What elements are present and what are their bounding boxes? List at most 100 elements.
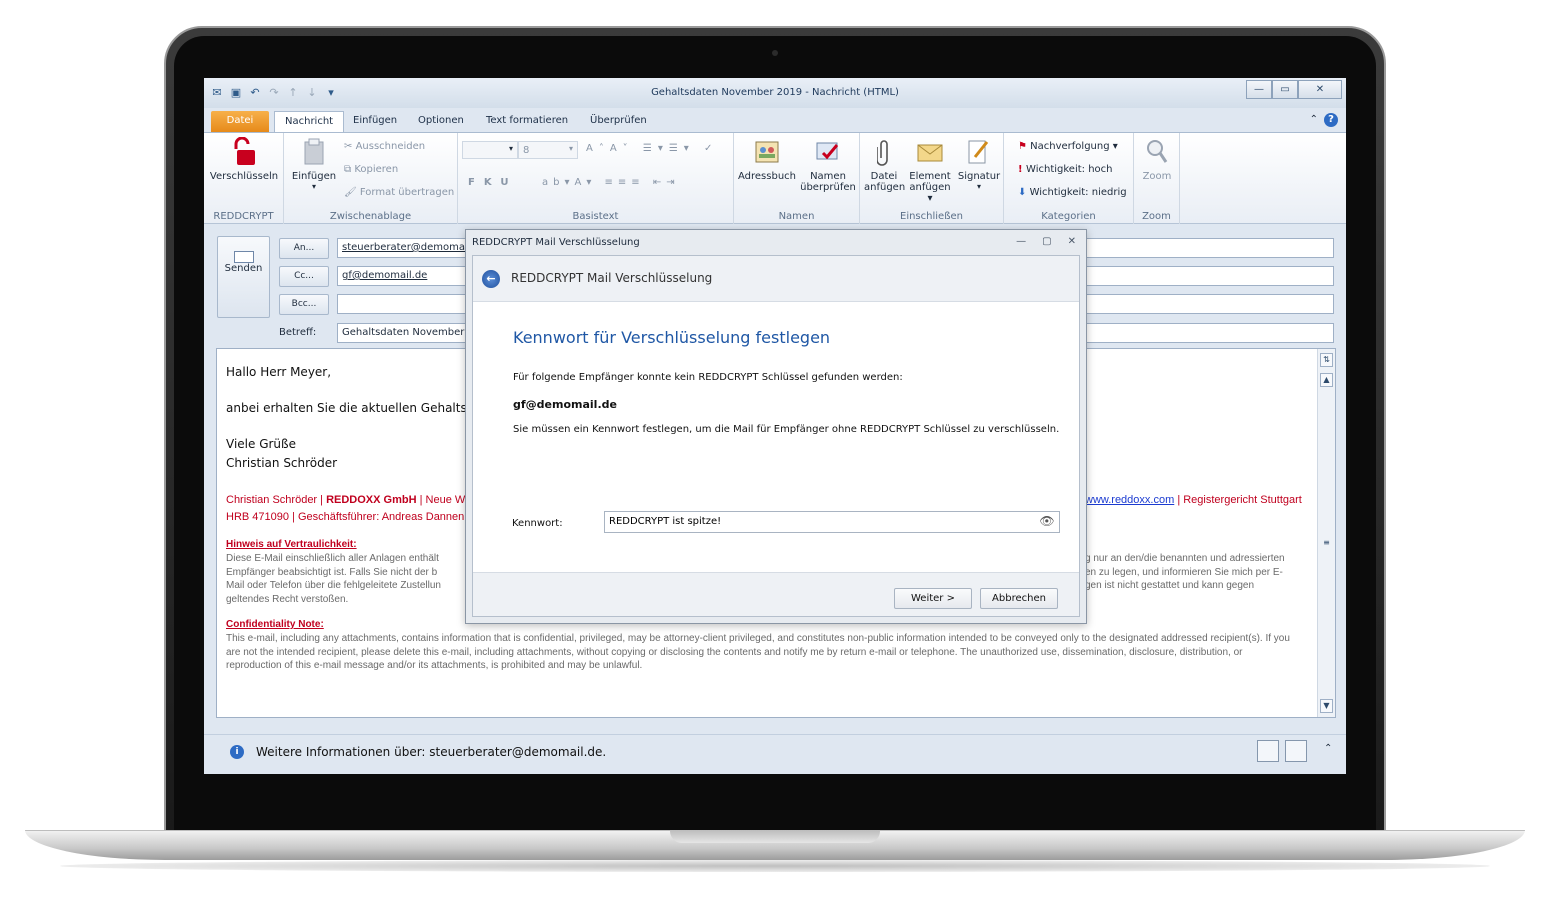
alignment-icons[interactable]: ab▾A▾ ≡≡≡ ⇤⇥ [542,177,680,188]
group-clipboard: Einfügen ▾ ✂ Ausschneiden ⧉ Kopieren 🖌 F… [284,133,458,224]
attach-item-button[interactable]: Element anfügen ▾ [906,137,954,204]
to-recipient: steuerberater@demomail [342,242,471,253]
sig-address: | Neue W [419,494,466,506]
tab-optionen[interactable]: Optionen [408,111,474,132]
red-lock-icon [229,137,259,167]
next-button[interactable]: Weiter > [894,588,972,609]
addressbook-label: Adressbuch [738,171,796,182]
ribbon-help: ⌃? [1310,113,1338,127]
minimize-button[interactable]: — [1246,80,1272,99]
title-bar: ✉ ▣ ↶ ↷ ↑ ↓ ▾ Gehaltsdaten November 2019… [204,78,1346,108]
font-size-value: 8 [523,145,530,156]
attach-file-button[interactable]: Datei anfügen [864,137,906,193]
paste-button[interactable]: Einfügen ▾ [288,137,340,191]
check-names-button[interactable]: Namen überprüfen [798,137,858,193]
laptop-mockup: ✉ ▣ ↶ ↷ ↑ ↓ ▾ Gehaltsdaten November 2019… [0,0,1550,900]
confidentiality-heading: Confidentiality Note: [226,619,324,630]
envelope-icon [915,137,945,167]
tab-text-formatieren[interactable]: Text formatieren [476,111,578,132]
dialog-close-button[interactable]: ✕ [1068,236,1076,247]
bcc-button[interactable]: Bcc... [279,294,329,315]
hint-text-right: g nur an den/die benannten und adressier… [1085,552,1315,593]
signature-label: Signatur [957,171,1001,182]
collapse-ribbon-icon[interactable]: ⌃ [1310,114,1318,125]
avatar-icon-2[interactable] [1285,740,1307,762]
send-button[interactable]: Senden [217,236,270,318]
cancel-button[interactable]: Abbrechen [980,588,1058,609]
zoom-label: Zoom [1142,171,1172,182]
info-text: Weitere Informationen über: steuerberate… [256,745,607,759]
format-painter-label: Format übertragen [359,187,455,198]
info-icon: i [230,745,244,759]
attach-file-label-2: anfügen [864,182,906,193]
scroll-thumb-grip[interactable]: ≡ [1320,537,1333,551]
tab-nachricht[interactable]: Nachricht [274,111,345,132]
followup-label: Nachverfolgung [1030,141,1110,152]
paperclip-icon [869,137,899,167]
down-arrow-icon: ⬇ [1018,187,1030,198]
hint-line-1b: g nur an den/die benannten und adressier… [1085,553,1285,564]
hint-line-3a: Mail oder Telefon über die fehlgeleitete… [226,580,441,591]
clipboard-icon [299,137,329,167]
group-label-clipboard: Zwischenablage [329,211,412,222]
dialog-content: ← REDDCRYPT Mail Verschlüsselung Kennwor… [472,255,1080,617]
scroll-up-arrow[interactable]: ▲ [1320,373,1333,387]
group-label-include: Einschließen [900,211,963,222]
cut-button[interactable]: ✂ Ausschneiden [344,141,425,152]
group-tags: ⚑ Nachverfolgung ▾ ! Wichtigkeit: hoch ⬇… [1004,133,1134,224]
expand-pane-icon[interactable]: ⌃ [1324,743,1332,754]
addressbook-button[interactable]: Adressbuch [736,137,798,182]
importance-low-button[interactable]: ⬇ Wichtigkeit: niedrig [1018,187,1127,198]
group-label-zoom: Zoom [1142,211,1171,222]
font-size-select[interactable]: 8 ▾ [518,141,578,159]
password-input[interactable]: REDDCRYPT ist spitze! 👁 [604,511,1060,533]
scroll-down-arrow[interactable]: ▼ [1320,699,1333,713]
hint-line-4a: geltendes Recht verstoßen. [226,593,349,605]
attach-item-label-1: Element [909,171,951,182]
cut-label: Ausschneiden [355,141,426,152]
zoom-button[interactable]: Zoom [1136,137,1178,182]
close-button[interactable]: ✕ [1298,80,1342,99]
format-painter-button[interactable]: 🖌 Format übertragen [344,187,454,198]
group-label-tags: Kategorien [1041,211,1096,222]
signature-button[interactable]: Signatur ▾ [956,137,1002,191]
tab-datei[interactable]: Datei [211,111,269,132]
scroll-format-icon[interactable]: ⇅ [1320,353,1333,367]
to-button[interactable]: An... [279,238,329,259]
dialog-minimize-button[interactable]: — [1016,236,1026,247]
vertical-scrollbar[interactable]: ⇅ ▲ ≡ ▼ [1317,349,1335,717]
camera-icon [772,50,778,56]
avatar-icon[interactable] [1257,740,1279,762]
dialog-footer: Weiter > Abbrechen [473,572,1079,616]
help-icon[interactable]: ? [1324,113,1338,127]
confidentiality-text: This e-mail, including any attachments, … [226,633,1290,671]
paste-dropdown-icon[interactable]: ▾ [288,182,340,191]
tab-ueberpruefen[interactable]: Überprüfen [580,111,657,132]
dialog-text-1: Für folgende Empfänger konnte kein REDDC… [513,372,903,383]
maximize-button[interactable]: ▭ [1272,80,1298,99]
brush-icon: 🖌 [344,187,360,198]
website-link[interactable]: www.reddoxx.com [1085,494,1174,506]
importance-high-button[interactable]: ! Wichtigkeit: hoch [1018,164,1113,175]
reddcrypt-dialog: REDDCRYPT Mail Verschlüsselung — ▢ ✕ ← R… [465,229,1087,624]
signature-icon [964,137,994,167]
followup-button[interactable]: ⚑ Nachverfolgung ▾ [1018,141,1118,152]
copy-button[interactable]: ⧉ Kopieren [344,164,398,175]
signature-line-1: Christian Schröder | REDDOXX GmbH | Neue… [226,494,466,506]
magnifier-icon [1142,137,1172,167]
group-include: Datei anfügen Element anfügen ▾ Signatur… [860,133,1004,224]
font-grow-shrink-icons[interactable]: A˄A˅ ☰▾☰▾ ✓ [586,143,718,154]
window-controls: — ▭ ✕ [1246,80,1342,99]
bold-italic-underline-icons[interactable]: FKU [468,177,518,188]
encrypt-button[interactable]: Verschlüsseln [208,137,280,182]
check-names-label-1: Namen [810,171,846,182]
cc-button[interactable]: Cc... [279,266,329,287]
dialog-maximize-button[interactable]: ▢ [1042,236,1051,247]
font-name-select[interactable]: ▾ [462,141,518,159]
back-arrow-icon[interactable]: ← [482,270,500,288]
hint-text-left: Diese E-Mail einschließlich aller Anlage… [226,552,476,606]
eye-icon[interactable]: 👁 [1038,514,1056,529]
hint-line-1a: Diese E-Mail einschließlich aller Anlage… [226,553,439,564]
tab-einfuegen[interactable]: Einfügen [343,111,407,132]
attach-file-label-1: Datei [870,171,898,182]
